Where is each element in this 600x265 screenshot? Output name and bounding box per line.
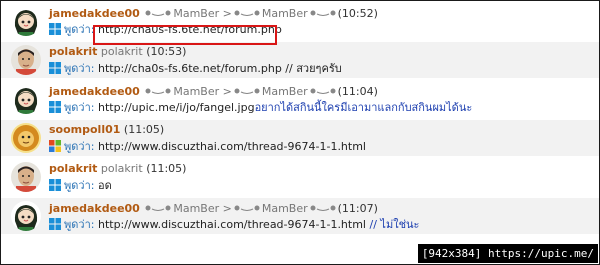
says-label: พูดว่า: bbox=[64, 140, 95, 153]
post-time: (11:05) bbox=[123, 123, 165, 136]
emoticon-icon bbox=[310, 201, 336, 211]
emoticon-icon bbox=[310, 84, 336, 94]
post-time: (10:52) bbox=[337, 7, 378, 20]
post-time: (10:53) bbox=[146, 45, 187, 58]
highlight-box bbox=[93, 25, 277, 45]
emoticon-icon bbox=[310, 6, 336, 16]
username[interactable]: polakrit bbox=[49, 45, 97, 58]
shout-row: jamedakdee00 MamBer > MamBer (11:07) พูดว่า… bbox=[1, 198, 599, 234]
emoticon-icon bbox=[234, 6, 260, 16]
message-text[interactable]: http://www.discuzthai.com/thread-9674-1-… bbox=[98, 140, 366, 153]
shout-body: พูดว่า: http://upic.me/i/jo/fangel.jpgอย… bbox=[49, 101, 472, 114]
shout-row: jamedakdee00 MamBer > MamBer (10:52) พูดว่า… bbox=[1, 3, 599, 39]
post-time: (11:04) bbox=[337, 85, 378, 98]
message-text[interactable]: http://upic.me/i/jo/fangel.jpg bbox=[98, 101, 255, 114]
shout-header: jamedakdee00 MamBer > MamBer (11:04) bbox=[49, 84, 378, 98]
shout-row: polakrit polakrit (10:53) พูดว่า: http://… bbox=[1, 42, 599, 78]
windows-icon bbox=[49, 23, 61, 35]
says-label: พูดว่า: bbox=[64, 179, 95, 192]
windows-icon bbox=[49, 101, 61, 113]
avatar[interactable] bbox=[11, 45, 41, 75]
shout-header: jamedakdee00 MamBer > MamBer (11:07) bbox=[49, 201, 378, 215]
user-rank: MamBer > bbox=[173, 7, 232, 20]
shout-header: polakrit polakrit (11:05) bbox=[49, 162, 186, 175]
user-rank: MamBer > bbox=[173, 202, 232, 215]
avatar[interactable] bbox=[11, 162, 41, 192]
avatar[interactable] bbox=[11, 201, 41, 231]
message-text[interactable]: อด bbox=[98, 179, 112, 192]
avatar[interactable] bbox=[11, 84, 41, 114]
windows-xp-icon bbox=[49, 140, 61, 152]
message-text[interactable]: http://cha0s-fs.6te.net/forum.php // สวย… bbox=[98, 62, 342, 75]
user-rank: polakrit bbox=[100, 162, 143, 175]
message-extra: อยากได้สกินนี้ใครมีเอามาแลกกับสกินผมได้น… bbox=[254, 101, 473, 114]
says-label: พูดว่า: bbox=[64, 62, 95, 75]
message-text[interactable]: http://www.discuzthai.com/thread-9674-1-… bbox=[98, 218, 366, 231]
username[interactable]: jamedakdee00 bbox=[49, 85, 140, 98]
emoticon-icon bbox=[234, 84, 260, 94]
shout-header: jamedakdee00 MamBer > MamBer (10:52) bbox=[49, 6, 378, 20]
shout-row: polakrit polakrit (11:05) พูดว่า: อด bbox=[1, 159, 599, 195]
avatar[interactable] bbox=[11, 6, 41, 36]
says-label: พูดว่า: bbox=[64, 218, 95, 231]
shout-body: พูดว่า: http://www.discuzthai.com/thread… bbox=[49, 218, 419, 231]
post-time: (11:05) bbox=[146, 162, 187, 175]
shoutbox-panel: jamedakdee00 MamBer > MamBer (10:52) พูดว่า… bbox=[0, 0, 600, 265]
post-time: (11:07) bbox=[337, 202, 378, 215]
shout-row: soompoll01 (11:05) พูดว่า: http://www.dis… bbox=[1, 120, 599, 156]
username[interactable]: polakrit bbox=[49, 162, 97, 175]
avatar[interactable] bbox=[11, 123, 41, 153]
emoticon-icon bbox=[145, 201, 171, 211]
shout-body: พูดว่า: อด bbox=[49, 179, 112, 192]
says-label: พูดว่า: bbox=[64, 101, 95, 114]
message-extra: // ไม่ใช่นะ bbox=[369, 218, 420, 231]
shout-body: พูดว่า: http://cha0s-fs.6te.net/forum.ph… bbox=[49, 62, 342, 75]
user-rank-secondary: MamBer bbox=[261, 202, 308, 215]
user-rank-secondary: MamBer bbox=[261, 7, 308, 20]
says-label: พูดว่า: bbox=[64, 23, 95, 36]
username[interactable]: soompoll01 bbox=[49, 123, 120, 136]
windows-icon bbox=[49, 179, 61, 191]
windows-icon bbox=[49, 62, 61, 74]
shout-header: polakrit polakrit (10:53) bbox=[49, 45, 186, 58]
user-rank: polakrit bbox=[100, 45, 143, 58]
emoticon-icon bbox=[234, 201, 260, 211]
user-rank-secondary: MamBer bbox=[261, 85, 308, 98]
user-rank: MamBer > bbox=[173, 85, 232, 98]
emoticon-icon bbox=[145, 84, 171, 94]
windows-icon bbox=[49, 218, 61, 230]
shout-row: jamedakdee00 MamBer > MamBer (11:04) พูดว่า… bbox=[1, 81, 599, 117]
emoticon-icon bbox=[145, 6, 171, 16]
shout-header: soompoll01 (11:05) bbox=[49, 123, 164, 136]
username[interactable]: jamedakdee00 bbox=[49, 202, 140, 215]
username[interactable]: jamedakdee00 bbox=[49, 7, 140, 20]
shout-body: พูดว่า: http://www.discuzthai.com/thread… bbox=[49, 140, 366, 153]
image-watermark: [942x384] https://upic.me/ bbox=[417, 244, 598, 263]
